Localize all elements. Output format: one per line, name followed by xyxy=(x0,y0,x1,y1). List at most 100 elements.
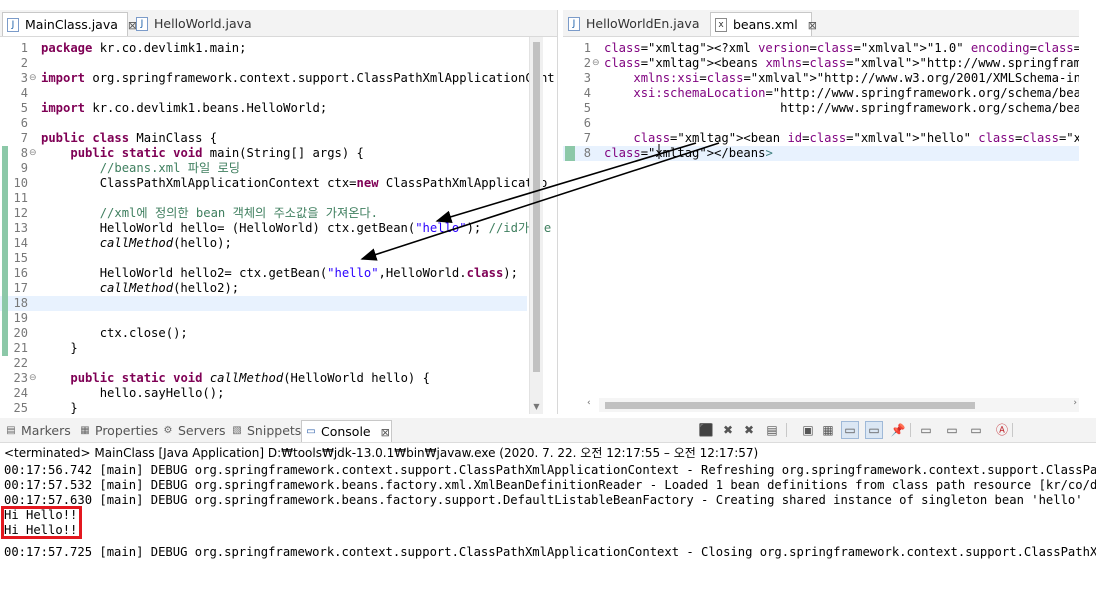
code-line[interactable]: 7 public class MainClass { xyxy=(0,131,557,146)
horizontal-scrollbar[interactable]: › ‹ xyxy=(587,398,1079,412)
code-line[interactable]: 2 ⊖ class="xmltag"><beans xmlns=class="xml… xyxy=(563,56,1079,71)
code-line[interactable]: 15 xyxy=(0,251,557,266)
properties-icon: ▦ xyxy=(80,425,90,436)
fold-toggle-icon[interactable]: ⊖ xyxy=(29,71,38,86)
code-text: public class MainClass { xyxy=(41,131,218,145)
console-view: ▤ Markers ▦ Properties ⚙ Servers ▧ Snipp… xyxy=(0,418,1096,589)
maximize-icon[interactable]: Ⓐ xyxy=(994,422,1010,438)
line-number: 4 xyxy=(20,86,28,100)
minimize-icon[interactable]: ▭ xyxy=(968,422,984,438)
terminate-icon[interactable]: ⬛ xyxy=(698,422,714,438)
line-number: 7 xyxy=(583,131,591,145)
code-line[interactable]: 9 //beans.xml 파일 로딩 xyxy=(0,161,557,176)
code-text: import kr.co.devlimk1.beans.HelloWorld; xyxy=(41,101,328,115)
code-line[interactable]: 18 xyxy=(0,296,527,311)
remove-launch-icon[interactable]: ✖ xyxy=(720,422,736,438)
code-line[interactable]: 5 http://www.springframework.org/schema/… xyxy=(563,101,1079,116)
scroll-lock-icon[interactable]: ▤ xyxy=(764,422,780,438)
code-line[interactable]: 1 package kr.co.devlimk1.main; xyxy=(0,41,557,56)
code-line[interactable]: 8 ⊖ public static void main(String[] args… xyxy=(0,146,557,161)
tab-label: Properties xyxy=(95,423,159,438)
scroll-right-icon[interactable]: › xyxy=(1073,398,1077,408)
show-while-writing-icon[interactable]: ▣ xyxy=(800,422,816,438)
display-console-icon[interactable]: ▭ xyxy=(918,422,934,438)
console-log-line: 00:17:57.725 [main] DEBUG org.springfram… xyxy=(4,545,1096,559)
line-number: 24 xyxy=(13,386,28,400)
code-text: } xyxy=(41,401,78,414)
console-log-line: 00:17:57.630 [main] DEBUG org.springfram… xyxy=(4,493,1083,507)
tab-label: Console xyxy=(321,424,371,439)
code-text: //xml에 정의한 bean 객체의 주소값을 가져온다. xyxy=(99,206,378,220)
tab-mainclass-java[interactable]: J MainClass.java ⊠ xyxy=(2,12,137,36)
scrollbar-thumb[interactable] xyxy=(533,42,540,372)
code-line[interactable]: 7 class="xmltag"><bean id=class="xmlval"… xyxy=(563,131,1079,146)
vertical-scrollbar[interactable]: ▼ xyxy=(529,37,543,414)
code-line[interactable]: 6 xyxy=(0,116,557,131)
remove-all-terminated-icon[interactable]: ✖ xyxy=(741,422,757,438)
code-line[interactable]: 25 } xyxy=(0,401,557,414)
line-number: 3 xyxy=(20,71,28,85)
code-line[interactable]: 23 ⊖ public static void callMethod(HelloW… xyxy=(0,371,557,386)
tab-helloworlden-java[interactable]: J HelloWorldEn.java xyxy=(564,12,704,36)
close-icon[interactable]: ⊠ xyxy=(808,14,817,38)
right-editor-tabbar: J HelloWorldEn.java x beans.xml ⊠ xyxy=(563,10,1079,37)
code-line[interactable]: 21 } xyxy=(0,341,557,356)
tab-console[interactable]: ▭ Console ⊠ xyxy=(301,420,392,442)
code-text: xmlns:xsi=class="xmlval">"http://www.w3.… xyxy=(633,71,1079,85)
snippets-icon: ▧ xyxy=(232,425,242,436)
code-line[interactable]: 2 xyxy=(0,56,557,71)
java-file-icon: J xyxy=(568,17,580,31)
tab-beans-xml[interactable]: x beans.xml ⊠ xyxy=(710,12,817,36)
tab-markers[interactable]: ▤ Markers xyxy=(2,420,77,442)
scroll-down-icon[interactable]: ▼ xyxy=(530,402,543,414)
open-console-icon[interactable]: ▭ xyxy=(944,422,960,438)
code-line[interactable]: 14 callMethod(hello); xyxy=(0,236,557,251)
show-stderr-icon[interactable]: ▭ xyxy=(865,421,883,439)
code-text: callMethod(hello2); xyxy=(99,281,240,295)
scrollbar-thumb[interactable] xyxy=(605,402,975,409)
code-text: public static void main(String[] args) { xyxy=(70,146,364,160)
code-line[interactable]: 6 xyxy=(563,116,1079,131)
code-line[interactable]: 13 HelloWorld hello= (HelloWorld) ctx.ge… xyxy=(0,221,557,236)
tab-helloworld-java[interactable]: J HelloWorld.java xyxy=(132,12,254,36)
show-stdout-icon[interactable]: ▭ xyxy=(841,421,859,439)
pin-console-icon[interactable]: 📌 xyxy=(890,422,906,438)
code-line[interactable]: 1 class="xmltag"><?xml version=class="xml… xyxy=(563,41,1079,56)
quick-diff-marker xyxy=(2,146,8,356)
code-line[interactable]: 8 class="xmltag"></beans> xyxy=(563,146,1079,161)
code-line[interactable]: 24 hello.sayHello(); xyxy=(0,386,557,401)
tab-properties[interactable]: ▦ Properties xyxy=(76,420,164,442)
code-line[interactable]: 3 xmlns:xsi=class="xmlval">"http://www.w… xyxy=(563,71,1079,86)
code-line[interactable]: 12 //xml에 정의한 bean 객체의 주소값을 가져온다. xyxy=(0,206,557,221)
code-line[interactable]: 5 import kr.co.devlimk1.beans.HelloWorld; xyxy=(0,101,557,116)
java-code-editor[interactable]: 1 package kr.co.devlimk1.main; 2 3 ⊖ import o… xyxy=(0,37,557,414)
code-line[interactable]: 16 HelloWorld hello2= ctx.getBean("hello… xyxy=(0,266,557,281)
code-line[interactable]: 11 xyxy=(0,191,557,206)
close-icon[interactable]: ⊠ xyxy=(381,426,390,439)
code-line[interactable]: 17 callMethod(hello2); xyxy=(0,281,557,296)
code-line[interactable]: 20 ctx.close(); xyxy=(0,326,557,341)
line-number: 1 xyxy=(20,41,28,55)
tab-snippets[interactable]: ▧ Snippets xyxy=(228,420,307,442)
fold-toggle-icon[interactable]: ⊖ xyxy=(592,56,601,71)
fold-toggle-icon[interactable]: ⊖ xyxy=(29,146,38,161)
code-text: public static void callMethod(HelloWorld… xyxy=(70,371,430,385)
code-line[interactable]: 4 xsi:schemaLocation="http://www.springf… xyxy=(563,86,1079,101)
scroll-left-icon[interactable]: ‹ xyxy=(587,398,591,408)
tab-servers[interactable]: ⚙ Servers xyxy=(159,420,232,442)
servers-icon: ⚙ xyxy=(163,425,173,436)
code-line[interactable]: 10 ClassPathXmlApplicationContext ctx=ne… xyxy=(0,176,557,191)
code-text: ClassPathXmlApplicationContext ctx=new C… xyxy=(41,176,548,190)
fold-toggle-icon[interactable]: ⊖ xyxy=(29,371,38,386)
tab-label: HelloWorldEn.java xyxy=(586,16,700,31)
code-line[interactable]: 3 ⊖ import org.springframework.context.sup… xyxy=(0,71,557,86)
word-wrap-icon[interactable]: ▦ xyxy=(820,422,836,438)
xml-code-editor[interactable]: 1 class="xmltag"><?xml version=class="xml… xyxy=(563,37,1079,414)
toolbar-separator xyxy=(1012,423,1013,437)
code-line[interactable]: 22 xyxy=(0,356,557,371)
line-number: 5 xyxy=(583,101,591,115)
console-icon: ▭ xyxy=(306,426,316,437)
code-line[interactable]: 19 xyxy=(0,311,557,326)
code-text: ctx.close(); xyxy=(41,326,188,340)
code-line[interactable]: 4 xyxy=(0,86,557,101)
